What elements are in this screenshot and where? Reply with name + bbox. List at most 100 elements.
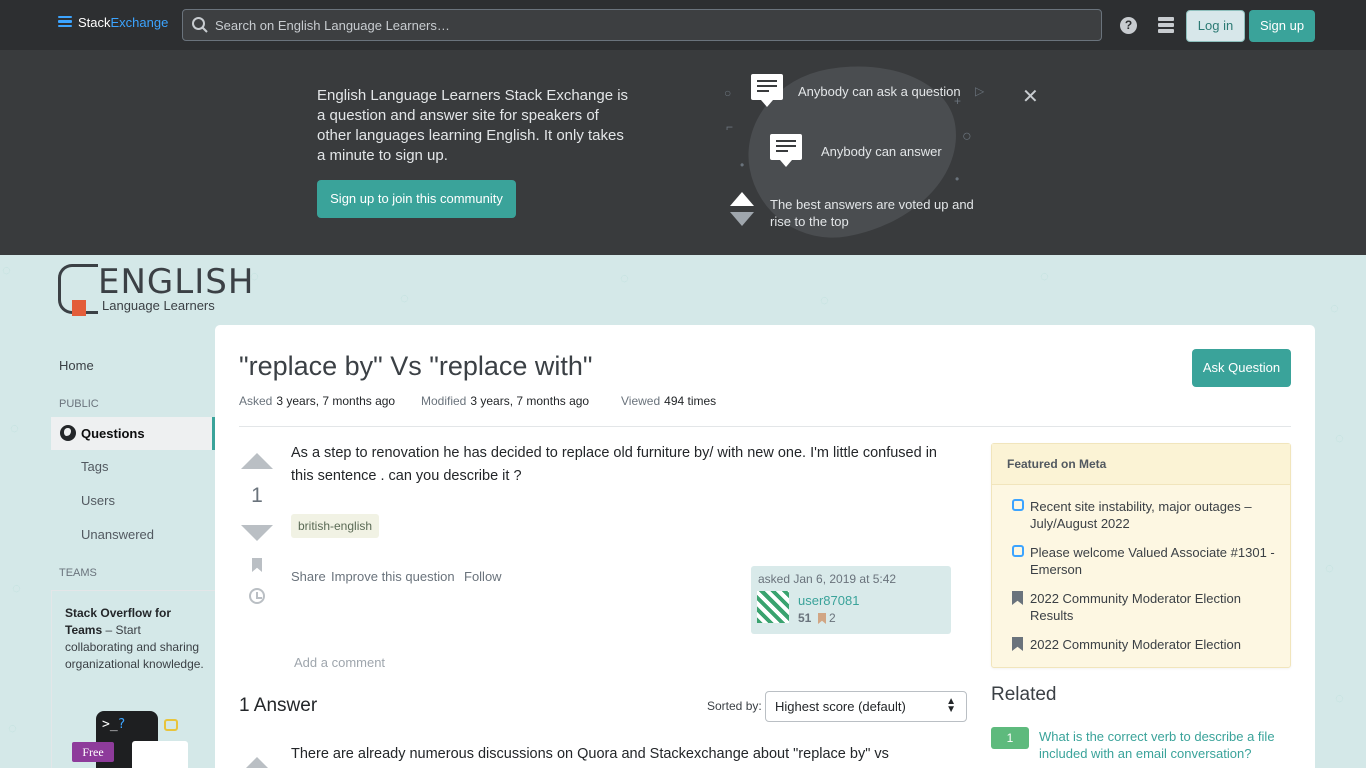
triangle-decoration-icon: ▷ [975,84,985,98]
asked-value: 3 years, 7 months ago [276,394,396,408]
tag-british-english[interactable]: british-english [291,514,380,538]
title-divider [239,426,1291,427]
pattern-icon: ◌ [1335,690,1344,707]
ring-decoration-icon: ○ [962,128,972,145]
circle-decoration-icon: ○ [724,86,732,100]
question-body: As a step to renovation he has decided t… [291,445,937,484]
logo-text-stack: Stack [78,15,111,30]
pattern-icon: ◌ [400,290,409,307]
dot-decoration-icon: • [955,172,960,186]
sidebar-section-teams: TEAMS [59,567,97,579]
sort-select[interactable]: Highest score (default) ▲ ▼ [765,691,967,722]
viewed-value: 494 times [664,394,717,408]
sidebar-item-unanswered[interactable]: Unanswered [81,527,154,542]
follow-link[interactable]: Follow [464,569,502,584]
stackexchange-logo[interactable]: Stack Exchange [58,15,168,30]
login-button[interactable]: Log in [1186,10,1245,42]
sidebar-section-public: PUBLIC [59,398,99,410]
asked-timestamp[interactable]: asked Jan 6, 2019 at 5:42 [758,572,896,586]
sort-label: Sorted by: [707,699,762,713]
top-bar: StackExchange ? Log in Sign up [0,0,1366,50]
featured-item[interactable]: 2022 Community Moderator Election Result… [1030,590,1280,624]
ask-question-button[interactable]: Ask Question [1192,349,1291,387]
featured-on-meta: Featured on Meta Recent site instability… [991,443,1291,668]
sidebar-item-questions[interactable]: Questions [51,417,215,450]
history-icon[interactable] [249,588,265,604]
improve-question-link[interactable]: Improve this question [331,569,455,584]
logo-text-exchange: Exchange [110,15,169,30]
pattern-icon: ◌ [1325,560,1334,577]
user-name-link[interactable]: user87081 [798,593,859,608]
site-switcher-icon[interactable] [1158,17,1174,33]
question-title[interactable]: "replace by" Vs "replace with" [239,351,593,382]
search-box[interactable] [182,9,1102,41]
answer-bubble-icon [770,134,802,167]
downvote-button[interactable] [241,525,273,541]
feature-ask: Anybody can ask a question [798,84,961,99]
site-logo-flag-icon [72,300,86,316]
teams-question-mark: ? [117,717,126,732]
answer-upvote-button[interactable] [241,757,273,768]
pattern-icon: ◌ [620,270,629,287]
search-icon [192,17,208,33]
modified-meta: Modified 3 years, 7 months ago [421,394,589,408]
join-community-button[interactable]: Sign up to join this community [317,180,516,218]
feature-answer: Anybody can answer [821,144,942,159]
teams-prompt: >_ [102,717,118,732]
pattern-icon: ◌ [2,262,11,279]
answers-heading: 1 Answer [239,695,318,716]
pattern-icon: ◌ [1330,300,1339,317]
viewed-meta: Viewed 494 times [621,394,716,408]
modified-value[interactable]: 3 years, 7 months ago [470,394,589,408]
sidebar-item-questions-label: Questions [81,426,145,441]
site-logo-subtitle: Language Learners [102,298,215,313]
modified-label: Modified [421,394,467,408]
bookmark-icon[interactable] [252,558,262,572]
close-icon[interactable]: ✕ [1022,84,1039,109]
corner-decoration-icon: ⌐ [726,120,734,134]
bronze-badge-count: 2 [829,611,836,625]
search-input[interactable] [215,10,1095,40]
asked-label: Asked [239,394,273,408]
upvote-icon [730,192,754,206]
answer-body: There are already numerous discussions o… [291,746,889,762]
featured-heading: Featured on Meta [992,444,1290,485]
featured-item[interactable]: 2022 Community Moderator Election [1030,636,1280,653]
main-content: "replace by" Vs "replace with" Ask Quest… [215,325,1315,768]
site-logo-title: ENGLISH [98,262,255,302]
asked-meta: Asked 3 years, 7 months ago [239,394,395,408]
add-comment-link[interactable]: Add a comment [294,655,385,670]
sort-arrows-icon: ▲ ▼ [946,696,956,715]
share-link[interactable]: Share [291,569,326,584]
teams-promo-text: Stack Overflow for Teams – Start collabo… [65,605,205,673]
feature-vote: The best answers are voted up and rise t… [770,197,974,229]
featured-item[interactable]: Recent site instability, major outages –… [1030,498,1280,532]
hero-banner: English Language Learners Stack Exchange… [0,49,1366,255]
chat-bubble-icon [751,74,783,107]
sidebar-item-tags[interactable]: Tags [81,459,108,474]
related-score-badge: 1 [991,727,1029,749]
meta-bubble-icon [1012,545,1024,557]
bronze-badge-icon [818,613,826,624]
related-question-link[interactable]: What is the correct verb to describe a f… [1039,728,1299,762]
help-icon[interactable]: ? [1120,17,1137,34]
meta-flag-icon [1012,637,1023,651]
pattern-icon: ◌ [12,580,21,597]
pattern-icon: ◌ [10,420,19,437]
site-logo[interactable]: ENGLISH Language Learners [58,262,253,316]
upvote-button[interactable] [241,453,273,469]
avatar[interactable] [757,591,789,623]
asker-card: asked Jan 6, 2019 at 5:42 user87081 51 2 [751,566,951,634]
downvote-icon [730,212,754,226]
user-reputation: 51 [798,611,812,625]
sidebar-item-users[interactable]: Users [81,493,115,508]
meta-bubble-icon [1012,499,1024,511]
pattern-icon: ◌ [1040,268,1049,285]
featured-item[interactable]: Please welcome Valued Associate #1301 - … [1030,544,1280,578]
meta-flag-icon [1012,591,1023,605]
signup-button[interactable]: Sign up [1249,10,1315,42]
teams-free-badge[interactable]: Free [72,742,114,762]
stackexchange-logo-icon [58,15,72,30]
sidebar-item-home[interactable]: Home [59,358,94,373]
teams-promo: Stack Overflow for Teams – Start collabo… [51,590,215,768]
